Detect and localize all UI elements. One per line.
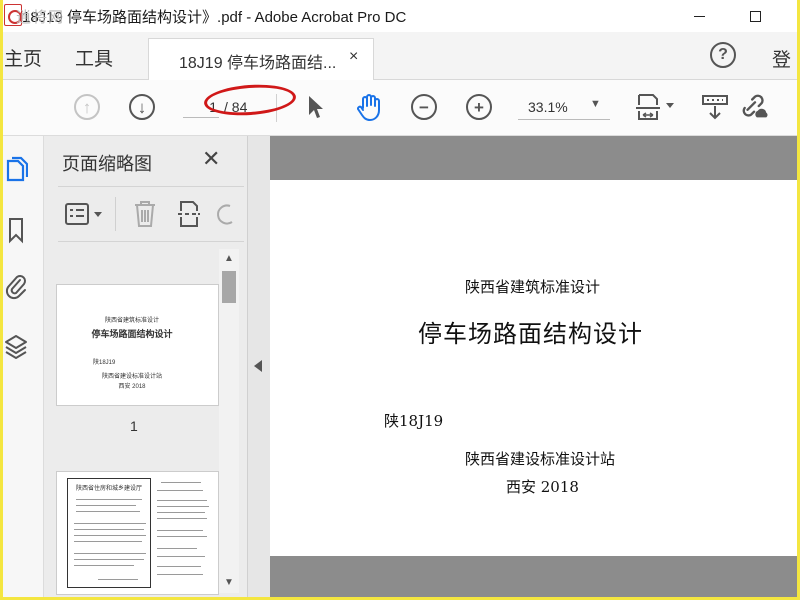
- window-frame: [0, 0, 800, 600]
